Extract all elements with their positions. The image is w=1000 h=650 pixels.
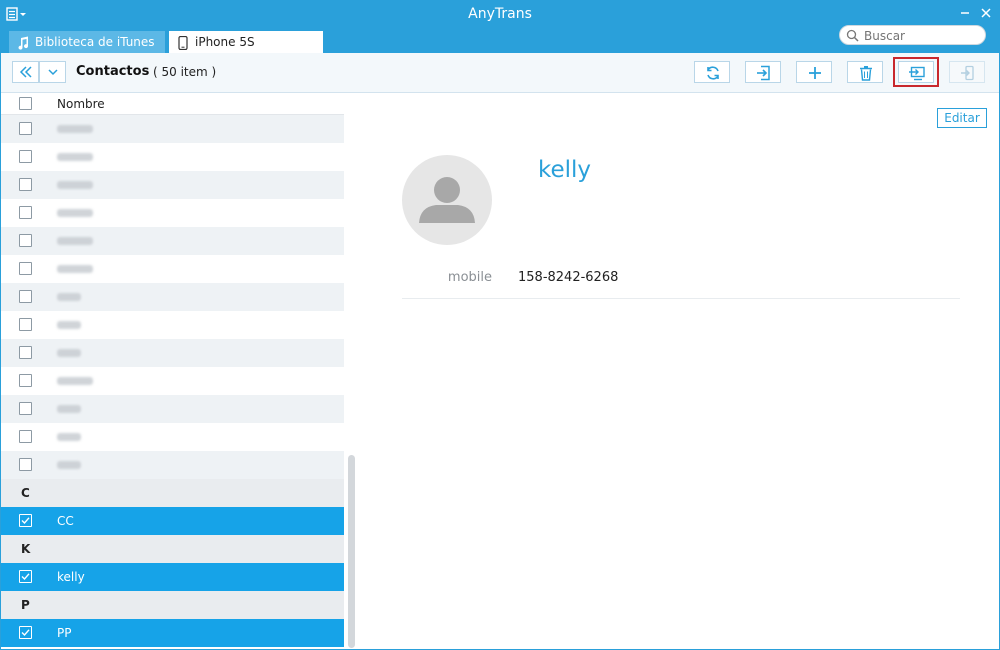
list-item[interactable]: kelly	[1, 563, 344, 591]
back-button[interactable]	[12, 61, 39, 83]
list-item[interactable]	[1, 227, 344, 255]
tab-label: Biblioteca de iTunes	[35, 35, 155, 49]
list-item[interactable]	[1, 423, 344, 451]
field-label-mobile: mobile	[447, 270, 492, 285]
phone-icon	[177, 35, 189, 51]
list-item[interactable]	[1, 199, 344, 227]
row-checkbox[interactable]	[19, 570, 32, 583]
highlight-box	[893, 57, 939, 87]
row-checkbox[interactable]	[19, 150, 32, 163]
redacted-name	[57, 237, 93, 245]
row-checkbox[interactable]	[19, 430, 32, 443]
row-checkbox[interactable]	[19, 318, 32, 331]
redacted-name	[57, 125, 93, 133]
checkmark-icon	[21, 629, 30, 637]
contact-label: kelly	[57, 570, 85, 584]
tab-iphone[interactable]: iPhone 5S	[169, 31, 323, 53]
contact-list-pane: Nombre C CC Kkelly P PP	[1, 93, 361, 649]
redacted-name	[57, 181, 93, 189]
refresh-button[interactable]	[694, 61, 730, 83]
delete-button[interactable]	[847, 61, 883, 83]
row-checkbox[interactable]	[19, 458, 32, 471]
row-checkbox[interactable]	[19, 234, 32, 247]
scrollbar-thumb[interactable]	[348, 455, 355, 648]
import-button[interactable]	[745, 61, 781, 83]
redacted-name	[57, 153, 93, 161]
list-item[interactable]	[1, 451, 344, 479]
group-header: P	[1, 591, 344, 619]
group-letter: K	[21, 542, 31, 556]
list-item[interactable]	[1, 311, 344, 339]
anytrans-window: AnyTrans Biblioteca de iTunes iPhone 5S	[0, 0, 1000, 650]
music-note-icon	[17, 35, 29, 50]
row-checkbox[interactable]	[19, 402, 32, 415]
add-button[interactable]	[796, 61, 832, 83]
list-item[interactable]	[1, 171, 344, 199]
checkmark-icon	[21, 573, 30, 581]
row-checkbox[interactable]	[19, 290, 32, 303]
list-item[interactable]	[1, 339, 344, 367]
contact-label: PP	[57, 626, 72, 640]
row-checkbox[interactable]	[19, 178, 32, 191]
row-checkbox[interactable]	[19, 206, 32, 219]
tab-itunes-library[interactable]: Biblioteca de iTunes	[9, 31, 165, 53]
contact-name: kelly	[538, 157, 592, 183]
search-box[interactable]	[839, 25, 986, 45]
redacted-name	[57, 265, 93, 273]
redacted-name	[57, 293, 81, 301]
redacted-name	[57, 405, 81, 413]
redacted-name	[57, 433, 81, 441]
list-item[interactable]	[1, 255, 344, 283]
row-checkbox[interactable]	[19, 346, 32, 359]
redacted-name	[57, 377, 93, 385]
item-count: ( 50 item )	[153, 65, 217, 79]
checkmark-icon	[21, 517, 30, 525]
list-header: Nombre	[1, 93, 344, 115]
redacted-name	[57, 321, 81, 329]
group-letter: P	[21, 598, 30, 612]
select-all-checkbox[interactable]	[19, 97, 32, 110]
field-divider	[402, 298, 960, 299]
contact-detail-pane: Editar kelly mobile 158-8242-6268	[362, 93, 999, 649]
list-item[interactable]	[1, 283, 344, 311]
list-item[interactable]	[1, 115, 344, 143]
list-item[interactable]: PP	[1, 619, 344, 647]
group-header: C	[1, 479, 344, 507]
list-item[interactable]	[1, 143, 344, 171]
close-icon[interactable]	[977, 4, 995, 22]
list-item[interactable]	[1, 395, 344, 423]
person-silhouette-icon	[419, 177, 475, 223]
list-item[interactable]	[1, 367, 344, 395]
search-input[interactable]	[864, 28, 979, 43]
toolbar: Contactos ( 50 item )	[1, 53, 999, 93]
row-checkbox[interactable]	[19, 122, 32, 135]
row-checkbox[interactable]	[19, 262, 32, 275]
tab-label: iPhone 5S	[195, 35, 255, 49]
contact-rows: C CC Kkelly P PP	[1, 115, 344, 649]
tab-bar: Biblioteca de iTunes iPhone 5S	[1, 25, 999, 53]
section-title: Contactos	[76, 64, 150, 79]
group-letter: C	[21, 486, 30, 500]
title-bar: AnyTrans	[1, 1, 999, 28]
avatar	[402, 155, 492, 245]
search-icon	[846, 29, 859, 42]
edit-button[interactable]: Editar	[937, 108, 987, 128]
contact-label: CC	[57, 514, 74, 528]
redacted-name	[57, 461, 81, 469]
category-dropdown-button[interactable]	[39, 61, 66, 83]
group-header: K	[1, 535, 344, 563]
redacted-name	[57, 209, 93, 217]
row-checkbox[interactable]	[19, 626, 32, 639]
row-checkbox[interactable]	[19, 514, 32, 527]
to-device-button[interactable]	[949, 61, 985, 83]
column-header-name[interactable]: Nombre	[57, 97, 105, 111]
window-title: AnyTrans	[468, 6, 532, 22]
minimize-icon[interactable]	[956, 4, 974, 22]
field-value-mobile: 158-8242-6268	[518, 270, 619, 285]
row-checkbox[interactable]	[19, 374, 32, 387]
list-item[interactable]: CC	[1, 507, 344, 535]
redacted-name	[57, 349, 81, 357]
